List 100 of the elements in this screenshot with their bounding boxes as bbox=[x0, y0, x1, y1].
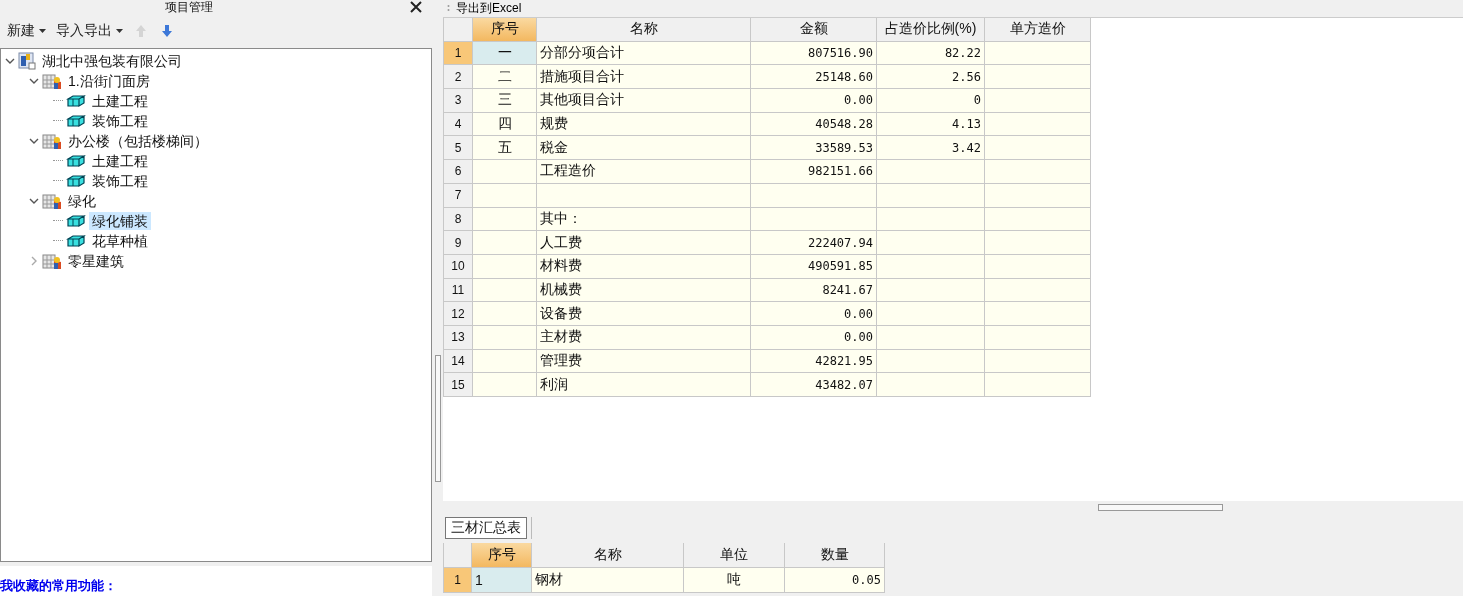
chevron-down-icon[interactable] bbox=[29, 136, 39, 146]
table-cell: 982151.66 bbox=[751, 160, 877, 184]
table-cell: 4.13 bbox=[877, 112, 985, 137]
column-header[interactable]: 序号 bbox=[472, 543, 532, 568]
table-cell: 税金 bbox=[537, 136, 751, 161]
building-icon bbox=[42, 72, 62, 90]
caret-icon bbox=[39, 29, 46, 33]
row-number[interactable]: 8 bbox=[444, 207, 473, 232]
row-number[interactable]: 14 bbox=[444, 349, 473, 374]
table-cell: 8241.67 bbox=[751, 278, 877, 303]
table-cell bbox=[473, 160, 537, 184]
cube-icon bbox=[66, 114, 86, 128]
table-cell bbox=[473, 231, 537, 255]
row-number[interactable]: 12 bbox=[444, 302, 473, 326]
tree-item[interactable]: 装饰工程 bbox=[89, 172, 151, 190]
table-cell: 42821.95 bbox=[751, 349, 877, 374]
table-cell: 0 bbox=[877, 89, 985, 113]
row-number[interactable]: 13 bbox=[444, 325, 473, 350]
row-number[interactable]: 11 bbox=[444, 278, 473, 303]
chevron-down-icon[interactable] bbox=[5, 56, 15, 66]
column-header[interactable]: 名称 bbox=[532, 543, 684, 568]
close-icon[interactable] bbox=[410, 1, 422, 13]
table-cell bbox=[473, 278, 537, 303]
horizontal-splitter[interactable] bbox=[1098, 504, 1223, 511]
table-cell: 钢材 bbox=[532, 568, 684, 593]
table-cell: 二 bbox=[473, 65, 537, 90]
row-number[interactable]: 10 bbox=[444, 254, 473, 279]
splitter-handle[interactable] bbox=[434, 354, 441, 482]
table-cell: 82.22 bbox=[877, 41, 985, 66]
chevron-down-icon[interactable] bbox=[29, 76, 39, 86]
table-cell: 利润 bbox=[537, 373, 751, 397]
panel-title: 项目管理 bbox=[165, 0, 213, 14]
row-number[interactable]: 1 bbox=[444, 41, 473, 66]
menu-button[interactable]: 导入导出 bbox=[53, 20, 126, 42]
tree-item[interactable]: 装饰工程 bbox=[89, 112, 151, 130]
table-cell: 33589.53 bbox=[751, 136, 877, 161]
tree-item[interactable]: 花草种植 bbox=[89, 232, 151, 250]
table-cell: 工程造价 bbox=[537, 160, 751, 184]
arrow-down-icon bbox=[162, 25, 172, 37]
table-cell bbox=[473, 183, 537, 208]
cube-icon bbox=[66, 94, 86, 108]
company-icon bbox=[18, 52, 36, 70]
row-number[interactable]: 1 bbox=[444, 568, 472, 593]
tree-item[interactable]: 1.沿街门面房 bbox=[65, 72, 153, 90]
tree-item[interactable]: 零星建筑 bbox=[65, 252, 127, 270]
caret-icon bbox=[116, 29, 123, 33]
tree-item[interactable]: 办公楼（包括楼梯间） bbox=[65, 132, 211, 150]
table-cell: 0.00 bbox=[751, 302, 877, 326]
table-cell: 五 bbox=[473, 136, 537, 161]
column-header[interactable]: 占造价比例(%) bbox=[877, 18, 985, 42]
tree-item[interactable]: 绿化 bbox=[65, 192, 99, 210]
column-header[interactable]: 单位 bbox=[684, 543, 785, 568]
building-icon bbox=[42, 252, 62, 270]
row-number[interactable]: 2 bbox=[444, 65, 473, 90]
tree-item[interactable]: 土建工程 bbox=[89, 92, 151, 110]
table-cell: 43482.07 bbox=[751, 373, 877, 397]
row-number[interactable]: 5 bbox=[444, 136, 473, 161]
column-header[interactable]: 单方造价 bbox=[985, 18, 1091, 42]
column-header[interactable]: 序号 bbox=[473, 18, 537, 42]
tree-item[interactable]: 湖北中强包装有限公司 bbox=[39, 52, 185, 70]
chevron-down-icon[interactable] bbox=[29, 196, 39, 206]
cube-icon bbox=[66, 234, 86, 248]
table-cell: 0.00 bbox=[751, 325, 877, 350]
table-cell: 一 bbox=[473, 41, 537, 66]
table-cell bbox=[473, 349, 537, 374]
arrow-up-icon bbox=[136, 25, 146, 37]
table-cell: 人工费 bbox=[537, 231, 751, 255]
tree-item[interactable]: 土建工程 bbox=[89, 152, 151, 170]
row-number[interactable]: 6 bbox=[444, 160, 473, 184]
row-number[interactable]: 15 bbox=[444, 373, 473, 397]
table-cell: 四 bbox=[473, 112, 537, 137]
column-header[interactable]: 数量 bbox=[785, 543, 885, 568]
grip-icon bbox=[447, 3, 450, 14]
table-cell: 材料费 bbox=[537, 254, 751, 279]
cube-icon bbox=[66, 154, 86, 168]
table-cell bbox=[473, 302, 537, 326]
table-cell: 807516.90 bbox=[751, 41, 877, 66]
table-cell bbox=[473, 254, 537, 279]
table-cell: 2.56 bbox=[877, 65, 985, 90]
table-cell: 分部分项合计 bbox=[537, 41, 751, 66]
building-icon bbox=[42, 132, 62, 150]
table-cell: 0.05 bbox=[785, 568, 885, 593]
export-button[interactable]: 导出到Excel bbox=[456, 1, 522, 16]
cube-icon bbox=[66, 174, 86, 188]
row-number[interactable]: 4 bbox=[444, 112, 473, 137]
sheet-tab[interactable]: 三材汇总表 bbox=[445, 517, 527, 539]
tree-item[interactable]: 绿化铺装 bbox=[89, 212, 151, 230]
table-cell: 吨 bbox=[684, 568, 785, 593]
table-cell: 0.00 bbox=[751, 89, 877, 113]
column-header[interactable]: 金额 bbox=[751, 18, 877, 42]
table-cell: 25148.60 bbox=[751, 65, 877, 90]
table-cell: 规费 bbox=[537, 112, 751, 137]
favorites-heading: 我收藏的常用功能： bbox=[0, 577, 117, 595]
column-header[interactable]: 名称 bbox=[537, 18, 751, 42]
row-number[interactable]: 7 bbox=[444, 183, 473, 208]
cube-icon bbox=[66, 214, 86, 228]
table-cell: 222407.94 bbox=[751, 231, 877, 255]
row-number[interactable]: 3 bbox=[444, 89, 473, 113]
row-number[interactable]: 9 bbox=[444, 231, 473, 255]
menu-button[interactable]: 新建 bbox=[4, 20, 49, 42]
